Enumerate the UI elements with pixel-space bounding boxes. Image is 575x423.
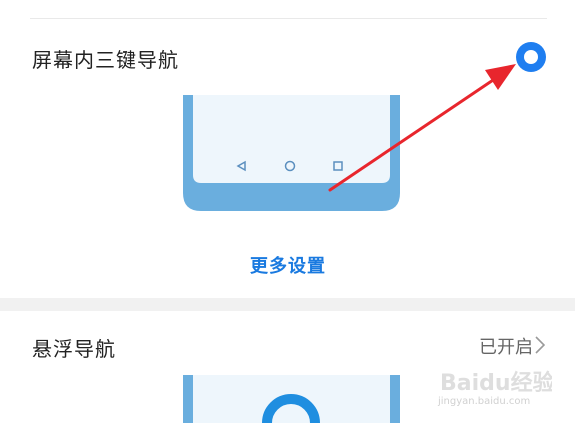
- top-divider: [30, 18, 547, 19]
- floating-nav-title: 悬浮导航: [32, 337, 116, 361]
- floating-nav-status[interactable]: 已开启: [479, 333, 533, 359]
- three-key-nav-title: 屏幕内三键导航: [32, 48, 179, 72]
- three-key-phone-illustration: [183, 95, 400, 211]
- more-settings-link[interactable]: 更多设置: [250, 252, 326, 278]
- three-key-nav-radio[interactable]: [516, 42, 546, 72]
- watermark-url: jingyan.baidu.com: [438, 396, 531, 407]
- chevron-right-icon[interactable]: [535, 336, 545, 354]
- svg-text:Baidu经验: Baidu经验: [440, 370, 552, 396]
- floating-phone-illustration: [183, 375, 400, 423]
- section-separator: [0, 298, 575, 311]
